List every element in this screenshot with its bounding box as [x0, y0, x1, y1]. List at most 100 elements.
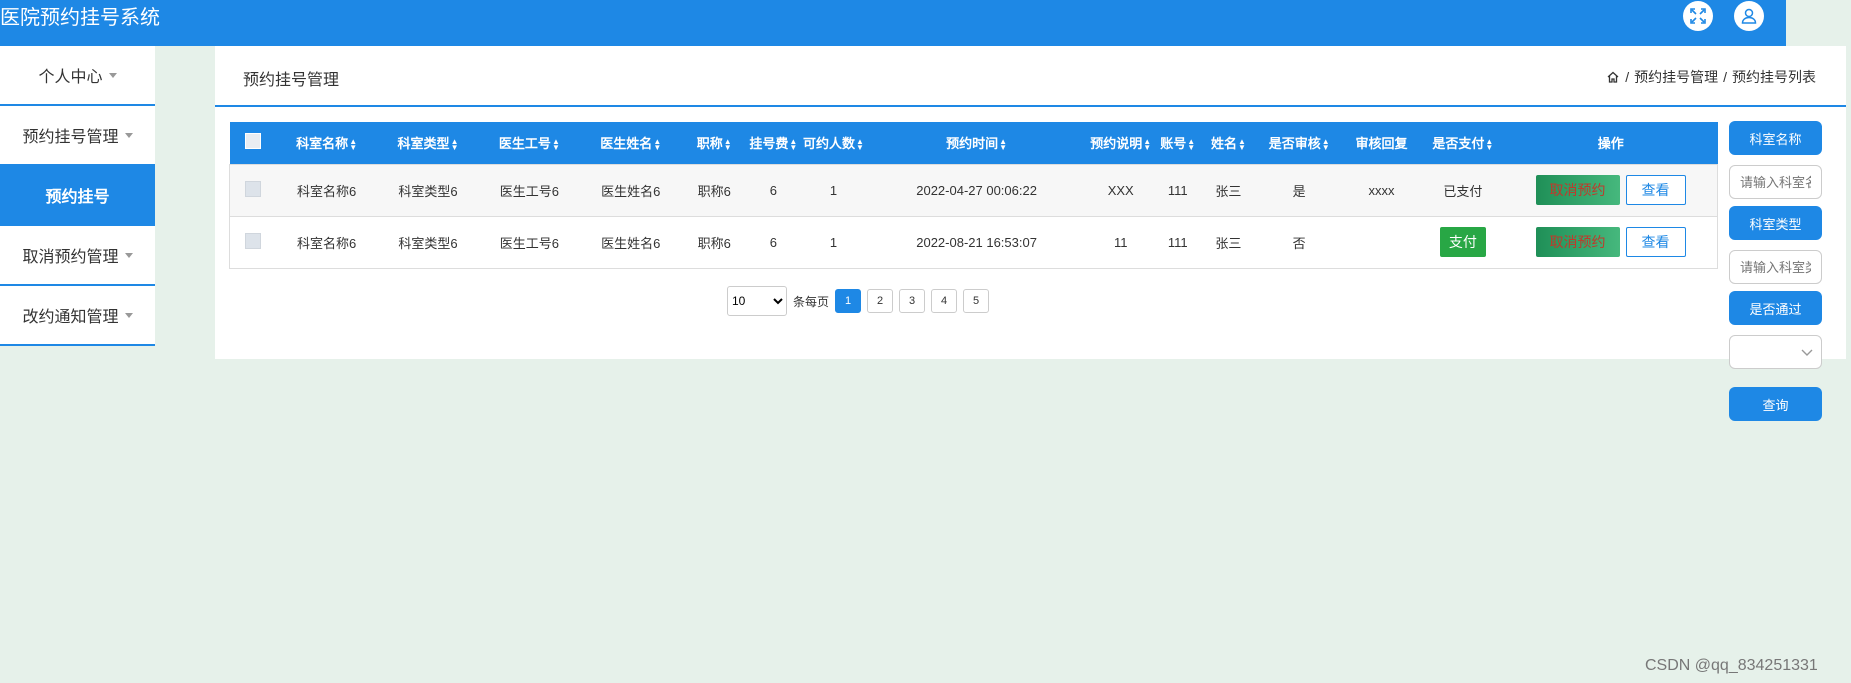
per-page-label: 条每页	[793, 294, 830, 309]
watermark: CSDN @qq_834251331	[1645, 657, 1818, 674]
page-button[interactable]: 3	[899, 289, 926, 313]
col-header[interactable]: 可约人数▲ ▼	[800, 122, 868, 164]
cell-paid: 支付	[1421, 216, 1505, 269]
cell-audited: 是	[1256, 164, 1342, 217]
cell-fee: 6	[746, 164, 800, 217]
cell-time: 2022-04-27 00:06:22	[867, 164, 1086, 217]
sort-icon: ▲ ▼	[450, 136, 459, 152]
sort-icon: ▲ ▼	[1485, 136, 1494, 152]
sidebar: 个人中心 预约挂号管理 预约挂号 取消预约管理 改约通知管理	[0, 46, 155, 346]
sort-icon: ▲ ▼	[789, 136, 798, 152]
col-header[interactable]: 预约说明▲ ▼	[1086, 122, 1156, 164]
breadcrumb-separator: /	[1625, 69, 1630, 85]
cell-desc: 11	[1085, 216, 1156, 269]
breadcrumb: / 预约挂号管理 / 预约挂号列表	[1606, 67, 1816, 87]
cell-avail: 1	[799, 216, 868, 269]
view-button[interactable]: 查看	[1625, 175, 1686, 205]
main-panel: 预约挂号管理 / 预约挂号管理 / 预约挂号列表 科室名称▲ ▼ 科室类型▲ ▼ 医…	[215, 46, 1846, 359]
view-button[interactable]: 查看	[1625, 227, 1686, 257]
breadcrumb-separator: /	[1723, 69, 1727, 85]
chevron-down-icon	[124, 132, 133, 138]
sidebar-item-personal[interactable]: 个人中心	[0, 46, 155, 106]
appointment-table: 科室名称▲ ▼ 科室类型▲ ▼ 医生工号▲ ▼ 医生姓名▲ ▼ 职称▲ ▼ 挂号费▲ ▼ 可…	[229, 122, 1718, 269]
cell-name: 张三	[1199, 164, 1257, 217]
col-header[interactable]: 姓名▲ ▼	[1200, 122, 1257, 164]
fullscreen-icon[interactable]	[1683, 1, 1713, 31]
cell-audited: 否	[1256, 216, 1342, 269]
sort-icon: ▲ ▼	[723, 136, 732, 152]
cell-paid: 已支付	[1421, 164, 1505, 217]
page-size-select[interactable]: 10	[727, 286, 787, 316]
table-header-row: 科室名称▲ ▼ 科室类型▲ ▼ 医生工号▲ ▼ 医生姓名▲ ▼ 职称▲ ▼ 挂号费▲ ▼ 可…	[229, 122, 1718, 164]
cancel-appointment-button[interactable]: 取消预约	[1535, 175, 1620, 205]
page-button[interactable]: 1	[835, 289, 862, 313]
table-row: 科室名称6 科室类型6 医生工号6 医生姓名6 职称6 6 1 2022-08-…	[229, 216, 1718, 269]
page-button[interactable]: 4	[931, 289, 958, 313]
cell-fee: 6	[746, 216, 800, 269]
sort-icon: ▲ ▼	[349, 136, 358, 152]
col-header[interactable]: 挂号费▲ ▼	[747, 122, 800, 164]
cell-docname: 医生姓名6	[580, 164, 682, 217]
dept-type-label: 科室类型	[1729, 206, 1822, 240]
chevron-down-icon	[1801, 349, 1813, 356]
cell-docid: 医生工号6	[478, 164, 581, 217]
dept-name-label: 科室名称	[1729, 121, 1822, 155]
cell-type: 科室类型6	[377, 164, 479, 217]
row-checkbox[interactable]	[244, 232, 261, 249]
col-header: 审核回复	[1355, 136, 1408, 152]
cell-account: 111	[1155, 164, 1200, 217]
cell-title: 职称6	[681, 216, 747, 269]
pass-label: 是否通过	[1729, 291, 1822, 325]
cell-title: 职称6	[681, 164, 747, 217]
breadcrumb-item[interactable]: 预约挂号管理	[1634, 67, 1718, 87]
cell-actions: 取消预约 查看	[1504, 216, 1718, 269]
sort-icon: ▲ ▼	[551, 136, 560, 152]
sidebar-item-reschedule-mgmt[interactable]: 改约通知管理	[0, 286, 155, 346]
sidebar-item-label: 改约通知管理	[22, 309, 119, 326]
dept-name-input[interactable]	[1729, 165, 1822, 199]
col-header[interactable]: 账号▲ ▼	[1156, 122, 1200, 164]
sort-icon: ▲ ▼	[653, 136, 662, 152]
query-button[interactable]: 查询	[1729, 387, 1822, 421]
sort-icon: ▲ ▼	[856, 136, 864, 152]
cell-actions: 取消预约 查看	[1504, 164, 1718, 217]
col-header[interactable]: 职称▲ ▼	[681, 122, 746, 164]
chevron-down-icon	[124, 252, 133, 258]
app-title: 医院预约挂号系统	[0, 7, 160, 29]
cell-time: 2022-08-21 16:53:07	[867, 216, 1086, 269]
dept-type-input[interactable]	[1729, 250, 1822, 284]
cell-name: 张三	[1199, 216, 1257, 269]
col-header[interactable]: 是否支付▲ ▼	[1422, 122, 1504, 164]
cancel-appointment-button[interactable]: 取消预约	[1535, 227, 1620, 257]
panel-header: 预约挂号管理 / 预约挂号管理 / 预约挂号列表	[215, 46, 1846, 107]
row-checkbox[interactable]	[244, 180, 261, 197]
col-header[interactable]: 预约时间▲ ▼	[867, 122, 1086, 164]
sidebar-item-appointment[interactable]: 预约挂号	[0, 166, 155, 226]
col-header[interactable]: 医生工号▲ ▼	[479, 122, 580, 164]
sort-icon: ▲ ▼	[1187, 136, 1196, 152]
page-button[interactable]: 5	[963, 289, 990, 313]
sort-icon: ▲ ▼	[999, 136, 1008, 152]
col-header[interactable]: 科室名称▲ ▼	[276, 122, 377, 164]
cell-dept: 科室名称6	[275, 216, 378, 269]
top-bar: 医院预约挂号系统	[0, 0, 1786, 46]
pay-button[interactable]: 支付	[1439, 227, 1486, 257]
col-header[interactable]: 医生姓名▲ ▼	[580, 122, 681, 164]
cell-reply: xxxx	[1341, 164, 1422, 217]
col-header[interactable]: 是否审核▲ ▼	[1257, 122, 1341, 164]
user-icon[interactable]	[1734, 1, 1764, 31]
page-button[interactable]: 2	[867, 289, 894, 313]
pass-select[interactable]	[1729, 335, 1822, 369]
select-all-checkbox[interactable]	[244, 133, 261, 150]
sidebar-item-appointment-mgmt[interactable]: 预约挂号管理	[0, 106, 155, 166]
sidebar-item-cancel-mgmt[interactable]: 取消预约管理	[0, 226, 155, 286]
home-icon[interactable]	[1606, 70, 1620, 84]
breadcrumb-item: 预约挂号列表	[1732, 69, 1816, 85]
cell-desc: XXX	[1085, 164, 1156, 217]
sidebar-item-label: 个人中心	[38, 69, 103, 86]
cell-dept: 科室名称6	[275, 164, 378, 217]
page-title: 预约挂号管理	[243, 72, 340, 89]
sidebar-item-label: 预约挂号	[45, 189, 110, 206]
col-header[interactable]: 科室类型▲ ▼	[377, 122, 478, 164]
sidebar-item-label: 预约挂号管理	[22, 129, 119, 146]
